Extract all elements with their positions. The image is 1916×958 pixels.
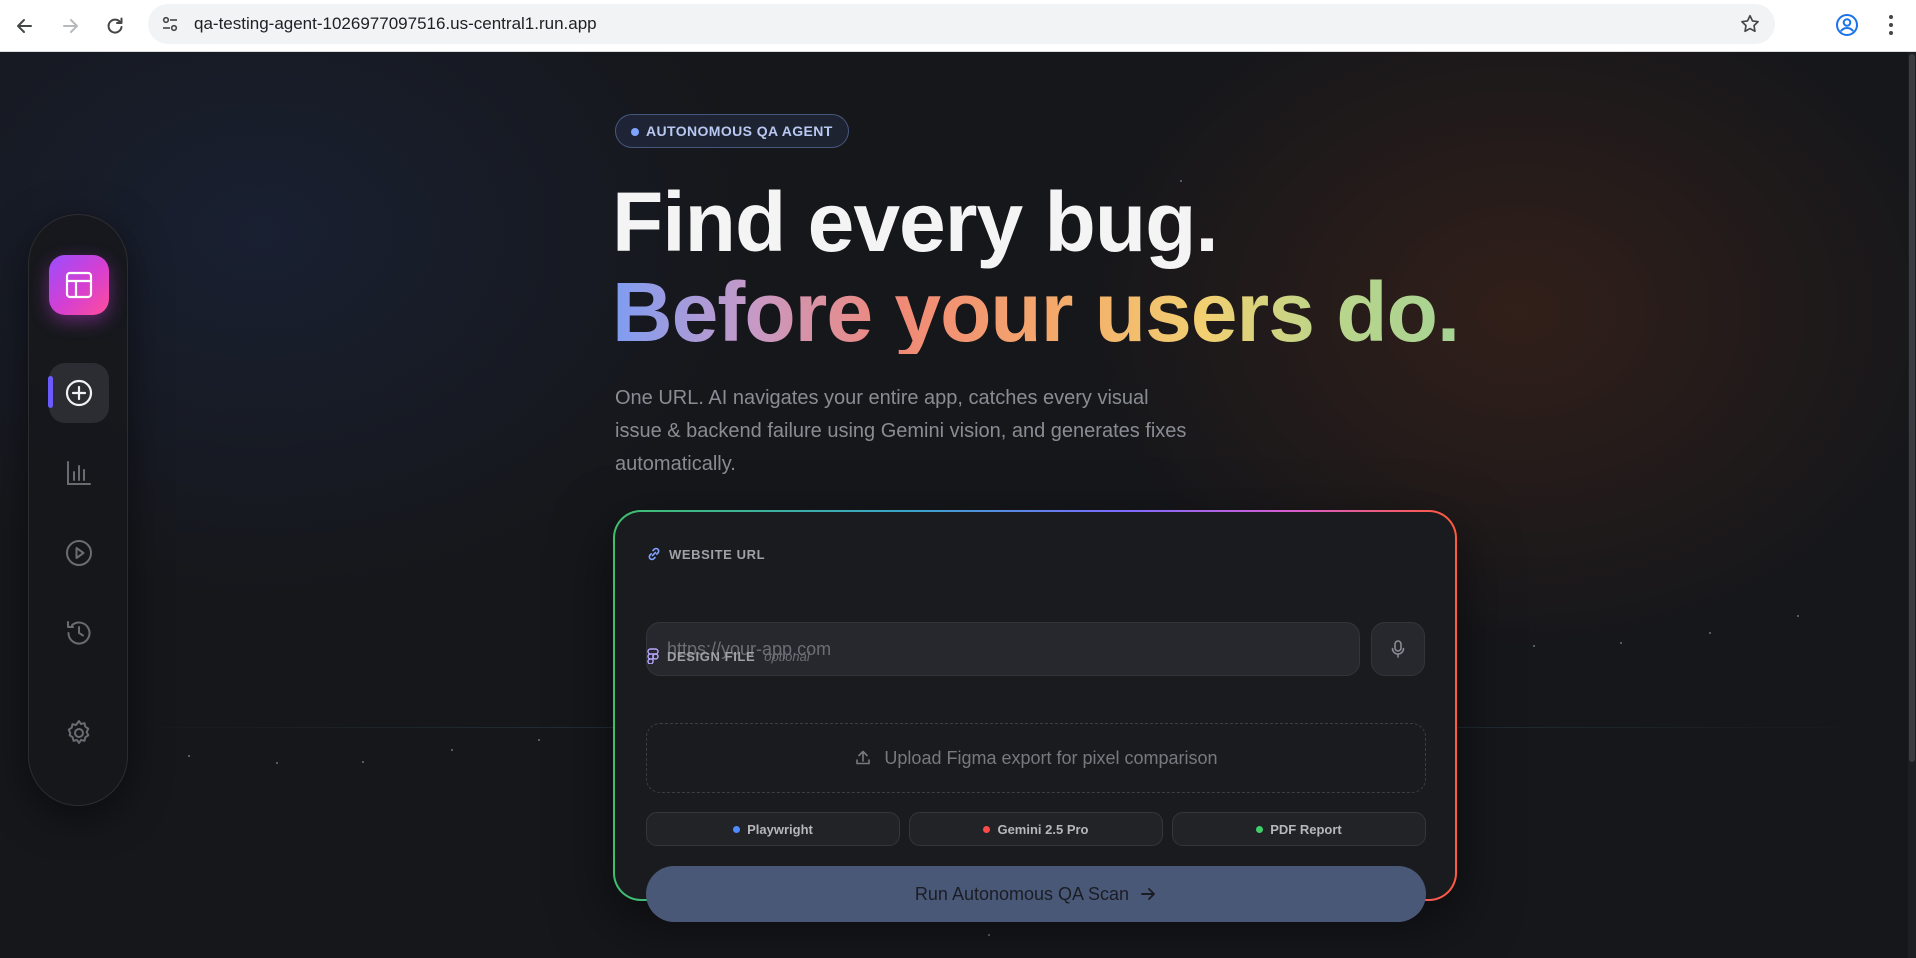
bar-chart-icon xyxy=(67,461,91,485)
star-dot xyxy=(1533,645,1535,647)
upload-text: Upload Figma export for pixel comparison xyxy=(884,747,1218,768)
play-circle-icon xyxy=(66,540,92,566)
back-button[interactable] xyxy=(9,10,41,42)
arrow-right-icon xyxy=(63,19,78,33)
sidebar-item-replay[interactable] xyxy=(49,523,109,583)
star-dot xyxy=(1797,615,1799,617)
profile-icon[interactable] xyxy=(1832,10,1862,40)
chip-dot xyxy=(733,825,741,833)
url-text: qa-testing-agent-1026977097516.us-centra… xyxy=(194,14,597,33)
chip-dot xyxy=(983,825,991,833)
star-dot xyxy=(1620,642,1622,644)
plus-circle-icon xyxy=(65,379,93,407)
gear-icon xyxy=(67,720,90,744)
forward-button[interactable] xyxy=(54,10,86,42)
arrow-left-icon xyxy=(17,19,32,33)
scan-form: WEBSITE URL DESIGN FILE optional Upload … xyxy=(615,512,1455,922)
scrollbar-thumb[interactable] xyxy=(1909,54,1915,762)
voice-input-button[interactable] xyxy=(1371,622,1425,676)
app-page: AUTONOMOUS QA AGENT Find every bug. Befo… xyxy=(0,52,1916,958)
chip-dot xyxy=(1256,825,1264,833)
website-url-label: WEBSITE URL xyxy=(646,546,765,562)
sidebar-item-history[interactable] xyxy=(49,603,109,663)
microphone-icon xyxy=(1391,640,1405,658)
hero-title-line2: Before your users do. xyxy=(612,265,1460,359)
browser-toolbar: qa-testing-agent-1026977097516.us-centra… xyxy=(0,0,1916,52)
figma-upload-dropzone[interactable]: Upload Figma export for pixel comparison xyxy=(646,723,1426,793)
badge-label: AUTONOMOUS QA AGENT xyxy=(646,123,833,139)
upload-icon xyxy=(856,750,871,765)
link-icon xyxy=(648,547,660,561)
star-dot xyxy=(451,749,453,751)
hero-badge: AUTONOMOUS QA AGENT xyxy=(615,114,849,148)
design-file-label: DESIGN FILE optional xyxy=(646,648,810,664)
layout-icon xyxy=(65,271,93,299)
sidebar xyxy=(28,214,128,806)
optional-hint: optional xyxy=(764,648,810,664)
star-dot xyxy=(276,762,278,764)
active-indicator xyxy=(48,376,53,408)
page-scrollbar[interactable] xyxy=(1908,52,1916,958)
address-bar[interactable]: qa-testing-agent-1026977097516.us-centra… xyxy=(148,4,1775,44)
star-dot xyxy=(1709,632,1711,634)
app-logo[interactable] xyxy=(49,255,109,315)
hero-subtitle: One URL. AI navigates your entire app, c… xyxy=(615,387,1187,475)
star-dot xyxy=(538,739,540,741)
history-icon xyxy=(67,621,91,645)
badge-dot xyxy=(631,128,639,136)
reload-button[interactable] xyxy=(99,10,131,42)
hero-title-line1: Find every bug. xyxy=(612,175,1219,269)
run-scan-button[interactable]: Run Autonomous QA Scan xyxy=(646,866,1426,922)
scan-form-card: WEBSITE URL DESIGN FILE optional Upload … xyxy=(613,510,1457,922)
chip-pdf-report: PDF Report xyxy=(1172,812,1426,846)
menu-kebab-icon[interactable] xyxy=(1878,10,1904,40)
bookmark-star-icon[interactable] xyxy=(1739,13,1761,35)
star-dot xyxy=(362,761,364,763)
star-dot xyxy=(188,755,190,757)
sidebar-item-analytics[interactable] xyxy=(49,443,109,503)
arrow-right-icon xyxy=(1141,888,1156,900)
chip-playwright: Playwright xyxy=(646,812,900,846)
chip-gemini: Gemini 2.5 Pro xyxy=(909,812,1163,846)
reload-icon xyxy=(107,17,123,34)
run-scan-label: Run Autonomous QA Scan xyxy=(914,883,1130,904)
sidebar-item-settings[interactable] xyxy=(49,703,109,763)
site-info-icon[interactable] xyxy=(158,12,182,36)
figma-icon xyxy=(647,648,659,664)
star-dot xyxy=(988,934,990,936)
sidebar-item-new-scan[interactable] xyxy=(49,363,109,423)
